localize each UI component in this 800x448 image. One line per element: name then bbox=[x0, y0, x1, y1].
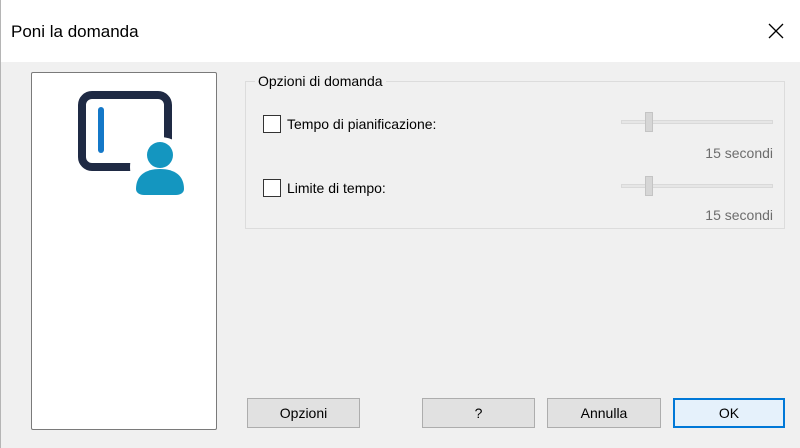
slider-thumb[interactable] bbox=[645, 176, 653, 196]
group-legend: Opzioni di domanda bbox=[255, 73, 386, 89]
planning-time-slider[interactable] bbox=[621, 112, 773, 132]
dialog-window: Poni la domanda Opzioni di domanda Tempo… bbox=[0, 0, 800, 448]
planning-time-value: 15 secondi bbox=[705, 145, 773, 161]
slider-track bbox=[621, 184, 773, 188]
time-limit-checkbox[interactable] bbox=[263, 179, 281, 197]
cancel-button[interactable]: Annulla bbox=[547, 398, 661, 428]
window-title: Poni la domanda bbox=[11, 22, 139, 41]
planning-time-checkbox[interactable] bbox=[263, 115, 281, 133]
dialog-content: Opzioni di domanda Tempo di pianificazio… bbox=[1, 62, 800, 448]
illustration-panel bbox=[31, 72, 217, 430]
time-limit-option[interactable]: Limite di tempo: bbox=[263, 179, 386, 197]
time-limit-value: 15 secondi bbox=[705, 207, 773, 223]
title-bar: Poni la domanda bbox=[1, 0, 800, 62]
planning-time-label: Tempo di pianificazione: bbox=[287, 116, 437, 132]
options-button[interactable]: Opzioni bbox=[247, 398, 360, 428]
planning-time-option[interactable]: Tempo di pianificazione: bbox=[263, 115, 436, 133]
ok-button[interactable]: OK bbox=[673, 398, 785, 428]
ask-question-icon bbox=[76, 81, 196, 206]
time-limit-label: Limite di tempo: bbox=[287, 180, 386, 196]
close-icon bbox=[768, 23, 784, 39]
time-limit-slider[interactable] bbox=[621, 176, 773, 196]
slider-track bbox=[621, 120, 773, 124]
close-button[interactable] bbox=[763, 18, 789, 44]
help-button[interactable]: ? bbox=[422, 398, 535, 428]
slider-thumb[interactable] bbox=[645, 112, 653, 132]
